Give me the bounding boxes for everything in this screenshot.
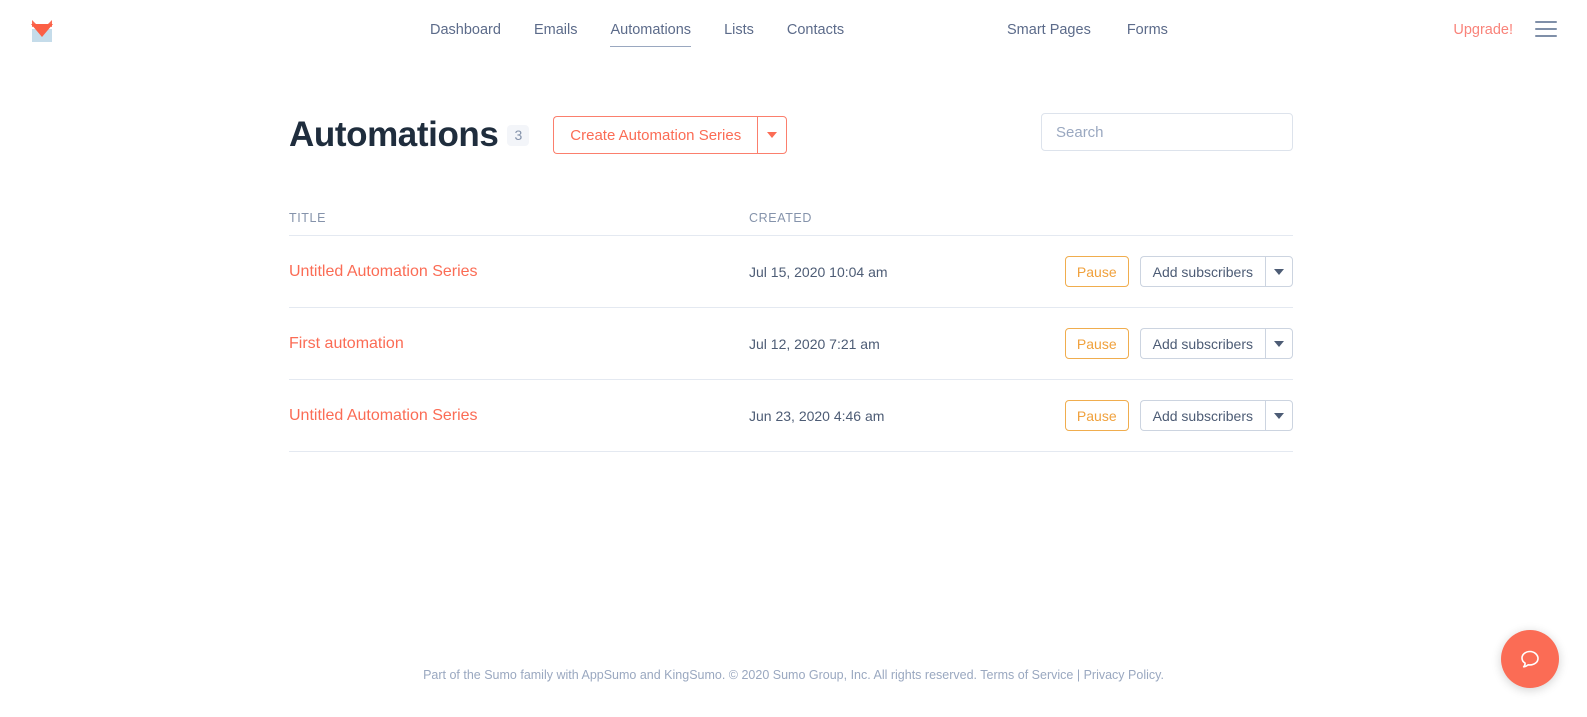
sumo-fox-envelope-logo[interactable] — [28, 17, 56, 45]
chevron-down-icon — [1274, 412, 1284, 419]
privacy-policy-link[interactable]: Privacy Policy. — [1084, 668, 1164, 682]
chat-bubble-icon — [1521, 650, 1539, 668]
search-input[interactable] — [1041, 113, 1293, 151]
help-chat-button[interactable] — [1501, 630, 1559, 688]
nav-item-automations[interactable]: Automations — [610, 0, 691, 60]
nav-item-dashboard[interactable]: Dashboard — [430, 0, 501, 60]
add-subscribers-split-button: Add subscribers — [1139, 400, 1293, 431]
chevron-down-icon — [767, 132, 778, 138]
create-automation-series-button[interactable]: Create Automation Series — [553, 116, 758, 154]
add-subscribers-split-button: Add subscribers — [1139, 328, 1293, 359]
automations-table: TITLE CREATED Untitled Automation Series… — [289, 211, 1293, 452]
row-actions: Pause Add subscribers — [1064, 400, 1293, 431]
footer-separator: | — [1076, 668, 1081, 682]
add-subscribers-button[interactable]: Add subscribers — [1139, 256, 1265, 287]
create-automation-split-button: Create Automation Series — [553, 116, 788, 154]
hamburger-line — [1535, 28, 1557, 30]
upgrade-link[interactable]: Upgrade! — [1453, 0, 1513, 60]
nav-item-lists[interactable]: Lists — [724, 0, 754, 60]
pause-button[interactable]: Pause — [1064, 400, 1129, 431]
table-header-row: TITLE CREATED — [289, 211, 1293, 236]
automation-title-link[interactable]: First automation — [289, 335, 749, 353]
nav-item-forms[interactable]: Forms — [1127, 0, 1168, 60]
automation-created-date: Jun 23, 2020 4:46 am — [749, 407, 885, 424]
row-actions-dropdown-toggle[interactable] — [1265, 328, 1293, 359]
table-row: Untitled Automation Series Jun 23, 2020 … — [289, 380, 1293, 452]
automation-created-date: Jul 15, 2020 10:04 am — [749, 263, 888, 280]
automation-title-link[interactable]: Untitled Automation Series — [289, 407, 749, 425]
chevron-down-icon — [1274, 340, 1284, 347]
row-actions: Pause Add subscribers — [1064, 256, 1293, 287]
add-subscribers-button[interactable]: Add subscribers — [1139, 328, 1265, 359]
pause-button[interactable]: Pause — [1064, 328, 1129, 359]
secondary-nav: Smart Pages Forms — [1007, 0, 1168, 60]
add-subscribers-button[interactable]: Add subscribers — [1139, 400, 1265, 431]
terms-of-service-link[interactable]: Terms of Service — [980, 668, 1073, 682]
content-container: Automations 3 Create Automation Series T… — [289, 112, 1293, 452]
row-actions: Pause Add subscribers — [1064, 328, 1293, 359]
table-row: Untitled Automation Series Jul 15, 2020 … — [289, 236, 1293, 308]
create-automation-dropdown-toggle[interactable] — [757, 116, 788, 154]
page-title: Automations — [289, 115, 499, 154]
footer: Part of the Sumo family with AppSumo and… — [0, 668, 1587, 682]
top-navigation-bar: Dashboard Emails Automations Lists Conta… — [0, 0, 1587, 60]
row-actions-dropdown-toggle[interactable] — [1265, 400, 1293, 431]
primary-nav: Dashboard Emails Automations Lists Conta… — [430, 0, 844, 60]
chevron-down-icon — [1274, 268, 1284, 275]
hamburger-line — [1535, 35, 1557, 37]
nav-item-smart-pages[interactable]: Smart Pages — [1007, 0, 1091, 60]
column-header-created: CREATED — [749, 211, 813, 225]
nav-item-contacts[interactable]: Contacts — [787, 0, 844, 60]
hamburger-menu-icon[interactable] — [1535, 21, 1557, 38]
automation-title-link[interactable]: Untitled Automation Series — [289, 263, 749, 281]
automation-created-date: Jul 12, 2020 7:21 am — [749, 335, 880, 352]
column-header-title: TITLE — [289, 211, 327, 225]
pause-button[interactable]: Pause — [1064, 256, 1129, 287]
page-body: Automations 3 Create Automation Series T… — [0, 60, 1587, 717]
hamburger-line — [1535, 21, 1557, 23]
row-actions-dropdown-toggle[interactable] — [1265, 256, 1293, 287]
nav-item-emails[interactable]: Emails — [534, 0, 578, 60]
page-header-row: Automations 3 Create Automation Series — [289, 112, 1293, 158]
table-row: First automation Jul 12, 2020 7:21 am Pa… — [289, 308, 1293, 380]
add-subscribers-split-button: Add subscribers — [1139, 256, 1293, 287]
footer-text: Part of the Sumo family with AppSumo and… — [423, 668, 978, 682]
logo-icon — [31, 20, 53, 42]
automations-count-badge: 3 — [507, 124, 530, 146]
